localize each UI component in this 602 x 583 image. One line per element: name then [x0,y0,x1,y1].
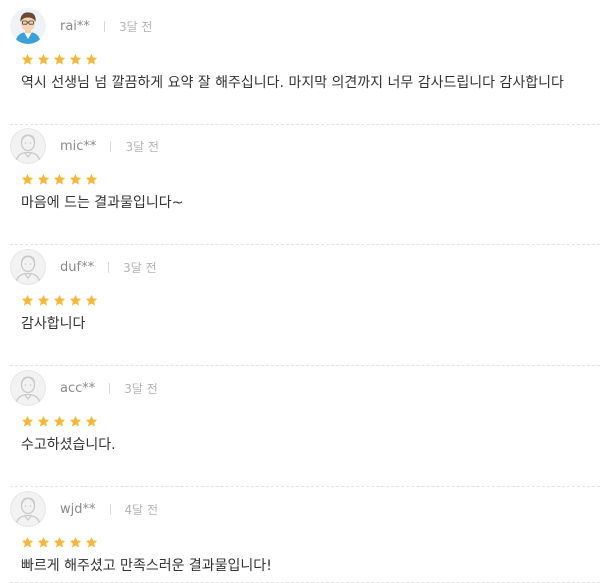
review-item: mic** 3달 전 마음에 드는 결과물입니다~ [10,128,600,245]
star-icon [85,53,98,67]
username: duf** [60,259,95,275]
star-icon [53,53,66,67]
review-item: wjd** 4달 전 빠르게 해주셨고 만족스러운 결과물입니다! [10,491,600,583]
star-icon [69,53,82,67]
meta-divider [103,20,105,32]
star-icon [69,536,82,550]
star-rating [21,294,98,308]
review-meta: wjd** 4달 전 [60,500,158,518]
star-icon [37,53,50,67]
default-avatar-icon [10,491,46,527]
star-icon [37,173,50,187]
meta-divider [109,503,111,515]
meta-divider [109,382,111,394]
review-date: 3달 전 [124,381,158,396]
review-item: acc** 3달 전 수고하셨습니다. [10,370,600,487]
meta-divider [108,261,110,273]
star-icon [21,294,34,308]
user-avatar-icon [10,8,46,44]
review-meta: acc** 3달 전 [60,379,158,397]
review-date: 3달 전 [118,19,153,34]
review-comment: 빠르게 해주셨고 만족스러운 결과물입니다! [21,558,272,574]
star-icon [37,294,50,308]
review-date: 3달 전 [123,260,157,275]
default-avatar-icon [10,370,46,406]
review-comment: 감사합니다 [21,316,86,332]
star-rating [21,53,98,67]
review-date: 3달 전 [125,139,159,154]
star-icon [69,415,82,429]
review-item: duf** 3달 전 감사합니다 [10,249,600,366]
star-rating [21,536,98,550]
star-icon [53,294,66,308]
meta-divider [110,140,112,152]
star-icon [69,173,82,187]
username: acc** [60,380,96,396]
star-icon [37,415,50,429]
review-comment: 역시 선생님 넘 깔끔하게 요약 잘 해주십니다. 마지막 의견까지 너무 감사… [21,75,564,91]
star-icon [85,173,98,187]
review-item: rai** 3달 전 역시 선생님 넘 깔끔하게 요약 잘 해주십니다. 마지막… [10,8,600,125]
star-icon [21,536,34,550]
default-avatar-icon [10,249,46,285]
star-icon [85,415,98,429]
star-icon [21,53,34,67]
review-comment: 수고하셨습니다. [21,437,116,453]
star-rating [21,415,98,429]
star-icon [53,536,66,550]
star-icon [21,415,34,429]
star-icon [37,536,50,550]
review-comment: 마음에 드는 결과물입니다~ [21,195,184,211]
review-meta: duf** 3달 전 [60,258,157,276]
star-icon [69,294,82,308]
username: rai** [60,18,90,34]
default-avatar-icon [10,128,46,164]
star-icon [53,415,66,429]
star-icon [85,536,98,550]
review-date: 4달 전 [124,502,159,517]
star-icon [85,294,98,308]
review-list: rai** 3달 전 역시 선생님 넘 깔끔하게 요약 잘 해주십니다. 마지막… [0,0,602,583]
username: wjd** [60,501,96,517]
review-meta: rai** 3달 전 [60,17,152,35]
review-meta: mic** 3달 전 [60,137,159,155]
star-icon [21,173,34,187]
username: mic** [60,138,97,154]
star-icon [53,173,66,187]
star-rating [21,173,98,187]
